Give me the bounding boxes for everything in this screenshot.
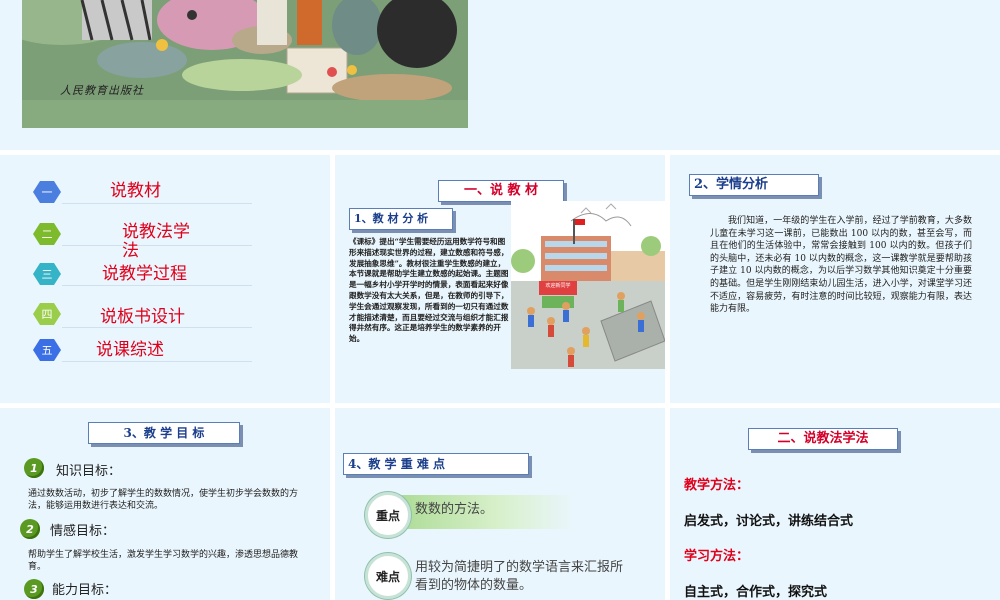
slide-title: 2、学情分析 bbox=[689, 174, 819, 196]
goal-number-2: 2 bbox=[20, 519, 40, 539]
cartoon-scene-image bbox=[22, 0, 468, 128]
menu-item-summary[interactable]: 说课综述 bbox=[96, 341, 164, 360]
learning-method-value: 自主式，合作式，探究式 bbox=[684, 585, 828, 600]
learning-method-label: 学习方法： bbox=[684, 549, 750, 564]
menu-item-methods[interactable]: 说教法学 法 bbox=[122, 223, 212, 261]
key-point-badge: 重点 bbox=[365, 492, 411, 538]
key-point-text: 数数的方法。 bbox=[415, 502, 494, 517]
slide-top: 人民教育出版社 bbox=[0, 0, 1000, 150]
section-subtitle: 1、教 材 分 析 bbox=[349, 208, 453, 230]
menu-divider bbox=[62, 203, 252, 204]
slide-goals: 3、教 学 目 标 1 知识目标： 通过数数活动，初步了解学生的数数情况，使学生… bbox=[0, 408, 330, 600]
menu-number-4: 四 bbox=[33, 303, 61, 325]
slide-title: 4、教 学 重 难 点 bbox=[343, 453, 529, 475]
slide-title: 3、教 学 目 标 bbox=[88, 422, 240, 444]
student-analysis-text: 我们知道，一年级的学生在入学前，经过了学前教育，大多数儿童在未学习这一课前，已能… bbox=[710, 216, 972, 315]
menu-divider bbox=[62, 285, 252, 286]
slide-menu: 一 说教材 二 说教法学 法 三 说教学过程 四 说板书设计 五 说课综述 bbox=[0, 155, 330, 403]
difficult-point-badge: 难点 bbox=[365, 553, 411, 599]
goal-number-3: 3 bbox=[24, 579, 44, 599]
goal-label-ability: 能力目标： bbox=[52, 583, 118, 598]
slide-key-points: 4、教 学 重 难 点 重点 数数的方法。 难点 用较为简捷明了的数学语言来汇报… bbox=[335, 408, 665, 600]
menu-number-1: 一 bbox=[33, 181, 61, 203]
menu-divider bbox=[62, 327, 252, 328]
menu-item-process[interactable]: 说教学过程 bbox=[102, 265, 187, 284]
menu-divider bbox=[62, 361, 252, 362]
goal-number-1: 1 bbox=[24, 458, 44, 478]
goal-desc-emotion: 帮助学生了解学校生活，激发学生学习数学的兴趣，渗透思想品德教育。 bbox=[28, 550, 299, 572]
menu-number-5: 五 bbox=[33, 339, 61, 361]
menu-item-board[interactable]: 说板书设计 bbox=[100, 308, 185, 327]
cartoon-illustration: 人民教育出版社 bbox=[22, 0, 468, 128]
publisher-mark: 人民教育出版社 bbox=[60, 84, 144, 97]
slide-title: 二、说教法学法 bbox=[748, 428, 898, 450]
difficult-point-text: 用较为简捷明了的数学语言来汇报所看到的物体的数量。 bbox=[415, 560, 624, 593]
goal-desc-knowledge: 通过数数活动，初步了解学生的数数情况，使学生初步学会数数的方法，能够运用数进行表… bbox=[28, 489, 299, 511]
menu-number-3: 三 bbox=[33, 263, 61, 285]
menu-number-2: 二 bbox=[33, 223, 61, 245]
slide-methods: 二、说教法学法 教学方法： 启发式，讨论式，讲练结合式 学习方法： 自主式，合作… bbox=[670, 408, 1000, 600]
teaching-method-label: 教学方法： bbox=[684, 478, 750, 493]
textbook-analysis-text: 《课标》提出“学生需要经历运用数学符号和图形来描述现实世界的过程，建立数感和符号… bbox=[349, 237, 509, 344]
school-scene-image: 欢迎新同学 bbox=[511, 201, 665, 369]
welcome-sign: 欢迎新同学 bbox=[545, 283, 571, 289]
goal-label-emotion: 情感目标： bbox=[50, 524, 116, 539]
slide-textbook: 一、说 教 材 1、教 材 分 析 《课标》提出“学生需要经历运用数学符号和图形… bbox=[335, 155, 665, 403]
goal-label-knowledge: 知识目标： bbox=[56, 464, 122, 479]
slide-students: 2、学情分析 我们知道，一年级的学生在入学前，经过了学前教育，大多数儿童在未学习… bbox=[670, 155, 1000, 403]
slide-title: 一、说 教 材 bbox=[438, 180, 564, 202]
menu-item-textbook[interactable]: 说教材 bbox=[110, 182, 161, 201]
teaching-method-value: 启发式，讨论式，讲练结合式 bbox=[684, 514, 854, 529]
